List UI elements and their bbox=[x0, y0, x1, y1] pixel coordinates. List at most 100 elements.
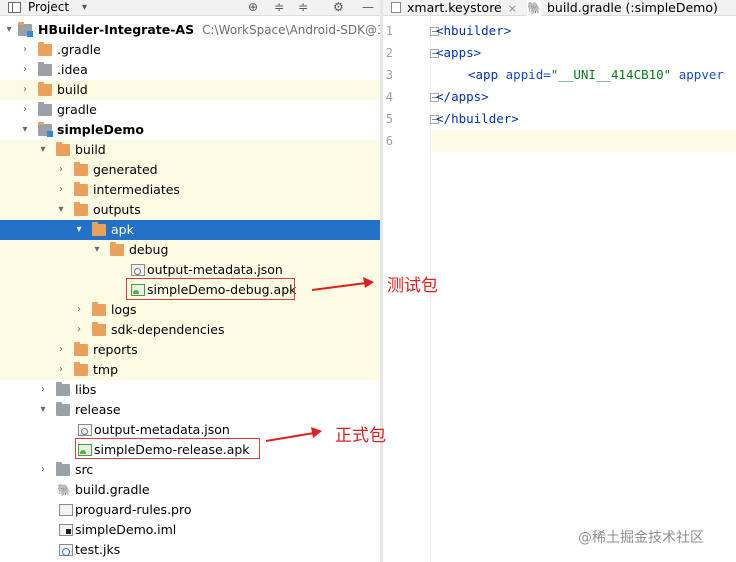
tree-item-label: build bbox=[57, 82, 88, 97]
project-panel: Project ▾ ⊕ ≑ ≑ ⚙ — ▾ HBuilder-Integrate… bbox=[0, 0, 380, 562]
minimize-icon[interactable]: — bbox=[362, 0, 374, 15]
iml-file-icon bbox=[59, 524, 73, 536]
code-line-5[interactable]: </hbuilder> bbox=[436, 108, 519, 130]
line-number: 5 bbox=[385, 112, 393, 126]
expand-all-icon[interactable]: ≑ bbox=[274, 0, 284, 15]
tree-item-label: libs bbox=[75, 382, 97, 397]
tree-item-output-metadata-release[interactable]: output-metadata.json bbox=[0, 420, 380, 440]
chevron-down-icon[interactable]: ▾ bbox=[92, 240, 102, 260]
tree-item-label: simpleDemo bbox=[57, 122, 144, 137]
folder-icon bbox=[38, 42, 52, 56]
project-view-title[interactable]: Project bbox=[28, 0, 69, 15]
code-line-4[interactable]: </apps> bbox=[436, 86, 489, 108]
chevron-down-icon[interactable]: ▾ bbox=[20, 120, 30, 140]
module-folder-icon bbox=[38, 122, 53, 137]
tab-label: build.gradle (:simpleDemo) bbox=[547, 0, 718, 15]
tree-item-label: logs bbox=[111, 302, 137, 317]
chevron-right-icon[interactable]: › bbox=[74, 300, 84, 320]
module-folder-icon bbox=[18, 22, 33, 37]
tree-item-libs[interactable]: › libs bbox=[0, 380, 380, 400]
file-icon bbox=[59, 504, 73, 516]
chevron-right-icon[interactable]: › bbox=[38, 380, 48, 400]
collapse-all-icon[interactable]: ≑ bbox=[298, 0, 308, 15]
chevron-right-icon[interactable]: › bbox=[20, 60, 30, 80]
tree-item-gradle[interactable]: › gradle bbox=[0, 100, 380, 120]
chevron-down-icon[interactable]: ▾ bbox=[38, 140, 48, 160]
code-line-1[interactable]: <hbuilder> bbox=[436, 20, 511, 42]
tree-item-output-metadata-debug[interactable]: output-metadata.json bbox=[0, 260, 380, 280]
tree-item-build-gradle[interactable]: 🐘 build.gradle bbox=[0, 480, 380, 500]
gear-icon[interactable]: ⚙ bbox=[333, 0, 344, 15]
folder-icon bbox=[74, 182, 88, 196]
line-number: 3 bbox=[385, 68, 393, 82]
chevron-right-icon[interactable]: › bbox=[20, 80, 30, 100]
code-line-2[interactable]: <apps> bbox=[436, 42, 481, 64]
line-number: 2 bbox=[385, 46, 393, 60]
chevron-down-icon[interactable]: ▾ bbox=[82, 0, 87, 15]
tree-item-simpledemo-iml[interactable]: simpleDemo.iml bbox=[0, 520, 380, 540]
folder-icon bbox=[56, 142, 70, 156]
tree-item-simpledemo[interactable]: ▾ simpleDemo bbox=[0, 120, 380, 140]
tree-item-label: simpleDemo.iml bbox=[75, 522, 177, 537]
chevron-right-icon[interactable]: › bbox=[56, 180, 66, 200]
locate-file-icon[interactable]: ⊕ bbox=[248, 0, 258, 15]
tree-item-build-root[interactable]: › build bbox=[0, 80, 380, 100]
chevron-right-icon[interactable]: › bbox=[20, 100, 30, 120]
chevron-right-icon[interactable]: › bbox=[56, 360, 66, 380]
tree-item-sdk-dependencies[interactable]: › sdk-dependencies bbox=[0, 320, 380, 340]
tree-item-proguard-rules[interactable]: proguard-rules.pro bbox=[0, 500, 380, 520]
tab-build-gradle[interactable]: 🐘 build.gradle (:simpleDemo) bbox=[527, 0, 718, 16]
tree-item-label: src bbox=[75, 462, 94, 477]
chevron-right-icon[interactable]: › bbox=[74, 320, 84, 340]
gradle-icon: 🐘 bbox=[57, 483, 72, 497]
tree-item-release[interactable]: ▾ release bbox=[0, 400, 380, 420]
tree-item-intermediates[interactable]: › intermediates bbox=[0, 180, 380, 200]
tree-item-test-jks[interactable]: test.jks bbox=[0, 540, 380, 560]
chevron-right-icon[interactable]: › bbox=[56, 160, 66, 180]
chevron-down-icon[interactable]: ▾ bbox=[38, 400, 48, 420]
tree-item-label: proguard-rules.pro bbox=[75, 502, 192, 517]
tree-item-label: test.jks bbox=[75, 542, 121, 557]
chevron-right-icon[interactable]: › bbox=[56, 340, 66, 360]
release-package-label: 正式包 bbox=[335, 426, 386, 446]
chevron-right-icon[interactable]: › bbox=[38, 460, 48, 480]
line-number: 1 bbox=[385, 24, 393, 38]
tree-item-label: build.gradle bbox=[75, 482, 150, 497]
chevron-down-icon[interactable]: ▾ bbox=[74, 220, 84, 240]
tree-item-dot-gradle[interactable]: › .gradle bbox=[0, 40, 380, 60]
chevron-down-icon[interactable]: ▾ bbox=[56, 200, 66, 220]
tree-item-simpledemo-build[interactable]: ▾ build bbox=[0, 140, 380, 160]
current-line-highlight bbox=[432, 130, 736, 152]
tab-label: xmart.keystore bbox=[407, 0, 502, 15]
debug-package-label: 测试包 bbox=[387, 276, 438, 296]
tab-xmart-keystore[interactable]: xmart.keystore × bbox=[391, 0, 517, 15]
tree-item-apk[interactable]: ▾ apk bbox=[0, 220, 380, 240]
line-number: 6 bbox=[385, 134, 393, 148]
tree-item-hbuilder-integrate-as[interactable]: ▾ HBuilder-Integrate-AS C:\WorkSpace\Andr… bbox=[0, 20, 380, 40]
tree-item-label: intermediates bbox=[93, 182, 180, 197]
tree-item-tmp[interactable]: › tmp bbox=[0, 360, 380, 380]
tree-item-reports[interactable]: › reports bbox=[0, 340, 380, 360]
tree-item-label: debug bbox=[129, 242, 169, 257]
tree-item-src[interactable]: › src bbox=[0, 460, 380, 480]
editor-tab-bar: xmart.keystore × 🐘 build.gradle (:simpleDe… bbox=[383, 0, 736, 16]
tree-item-generated[interactable]: › generated bbox=[0, 160, 380, 180]
watermark: @稀土掘金技术社区 bbox=[578, 530, 704, 546]
tree-item-outputs[interactable]: ▾ outputs bbox=[0, 200, 380, 220]
tree-item-label: output-metadata.json bbox=[94, 422, 230, 437]
tree-item-logs[interactable]: › logs bbox=[0, 300, 380, 320]
folder-icon bbox=[74, 362, 88, 376]
folder-icon bbox=[74, 162, 88, 176]
chevron-down-icon[interactable]: ▾ bbox=[4, 20, 14, 40]
tree-item-label: outputs bbox=[93, 202, 141, 217]
tree-item-label: tmp bbox=[93, 362, 119, 377]
tree-item-debug[interactable]: ▾ debug bbox=[0, 240, 380, 260]
code-line-3[interactable]: <app appid="__UNI__414CB10" appver bbox=[468, 64, 724, 86]
tree-item-label: HBuilder-Integrate-AS C:\WorkSpace\Androi… bbox=[38, 20, 380, 40]
close-icon[interactable]: × bbox=[508, 2, 517, 15]
tree-item-dot-idea[interactable]: › .idea bbox=[0, 60, 380, 80]
tree-item-label: reports bbox=[93, 342, 138, 357]
folder-icon bbox=[92, 322, 106, 336]
chevron-right-icon[interactable]: › bbox=[20, 40, 30, 60]
jks-file-icon bbox=[59, 544, 73, 556]
